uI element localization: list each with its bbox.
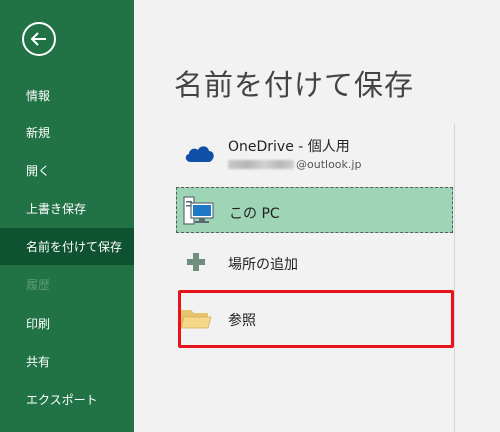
location-label: 場所の追加: [228, 257, 298, 273]
nav-item-label: 履歴: [26, 278, 51, 292]
nav-item-label: 上書き保存: [26, 202, 87, 216]
panel-divider: [454, 124, 455, 432]
nav-item-info[interactable]: 情報: [0, 77, 134, 114]
nav-item-save[interactable]: 上書き保存: [0, 190, 134, 227]
location-this-pc[interactable]: この PC: [176, 187, 453, 233]
nav-item-label: エクスポート: [26, 393, 98, 407]
nav-item-label: 印刷: [26, 317, 51, 331]
nav-item-label: 開く: [26, 164, 51, 178]
nav-item-save-as[interactable]: 名前を付けて保存: [0, 228, 134, 265]
folder-icon: [180, 307, 212, 331]
plus-icon: [186, 252, 206, 272]
back-button[interactable]: [22, 22, 56, 56]
nav-item-label: 共有: [26, 355, 51, 369]
onedrive-cloud-icon: [182, 142, 216, 166]
location-browse[interactable]: 参照: [176, 296, 453, 342]
onedrive-account-suffix: @outlook.jp: [296, 158, 362, 171]
nav-item-label: 新規: [26, 126, 51, 140]
back-arrow-icon: [30, 32, 46, 46]
nav-item-history: 履歴: [0, 266, 134, 303]
location-onedrive[interactable]: OneDrive - 個人用 @outlook.jp: [176, 130, 453, 180]
computer-icon: [183, 196, 215, 226]
location-label: この PC: [229, 206, 280, 222]
nav-item-label: 情報: [26, 89, 51, 103]
save-as-panel: 名前を付けて保存 OneDrive - 個人用 @outlook.jp この P…: [134, 0, 500, 432]
redacted-account-name: [228, 160, 294, 169]
nav-item-new[interactable]: 新規: [0, 114, 134, 151]
onedrive-account: @outlook.jp: [228, 158, 361, 171]
nav-item-print[interactable]: 印刷: [0, 305, 134, 342]
backstage-sidebar: 情報 新規 開く 上書き保存 名前を付けて保存 履歴 印刷 共有 エクスポート: [0, 0, 134, 432]
nav-item-open[interactable]: 開く: [0, 152, 134, 189]
onedrive-title: OneDrive - 個人用: [228, 139, 350, 155]
page-title: 名前を付けて保存: [174, 68, 415, 102]
nav-item-export[interactable]: エクスポート: [0, 381, 134, 418]
location-label: 参照: [228, 313, 256, 329]
nav-item-label: 名前を付けて保存: [26, 240, 123, 254]
location-add-place[interactable]: 場所の追加: [176, 242, 453, 284]
nav-item-share[interactable]: 共有: [0, 343, 134, 380]
